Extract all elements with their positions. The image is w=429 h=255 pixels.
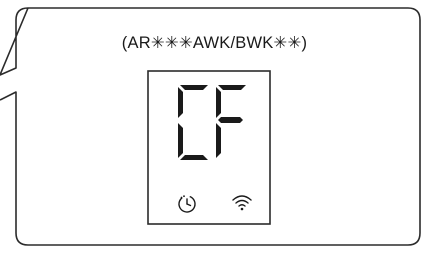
timer-icon [178,195,196,213]
display-panel [147,70,271,225]
digit-f [216,85,246,158]
wifi-icon [232,195,252,211]
model-label: (AR✳✳✳AWK/BWK✳✳) [121,34,308,52]
digit-c [178,85,208,160]
